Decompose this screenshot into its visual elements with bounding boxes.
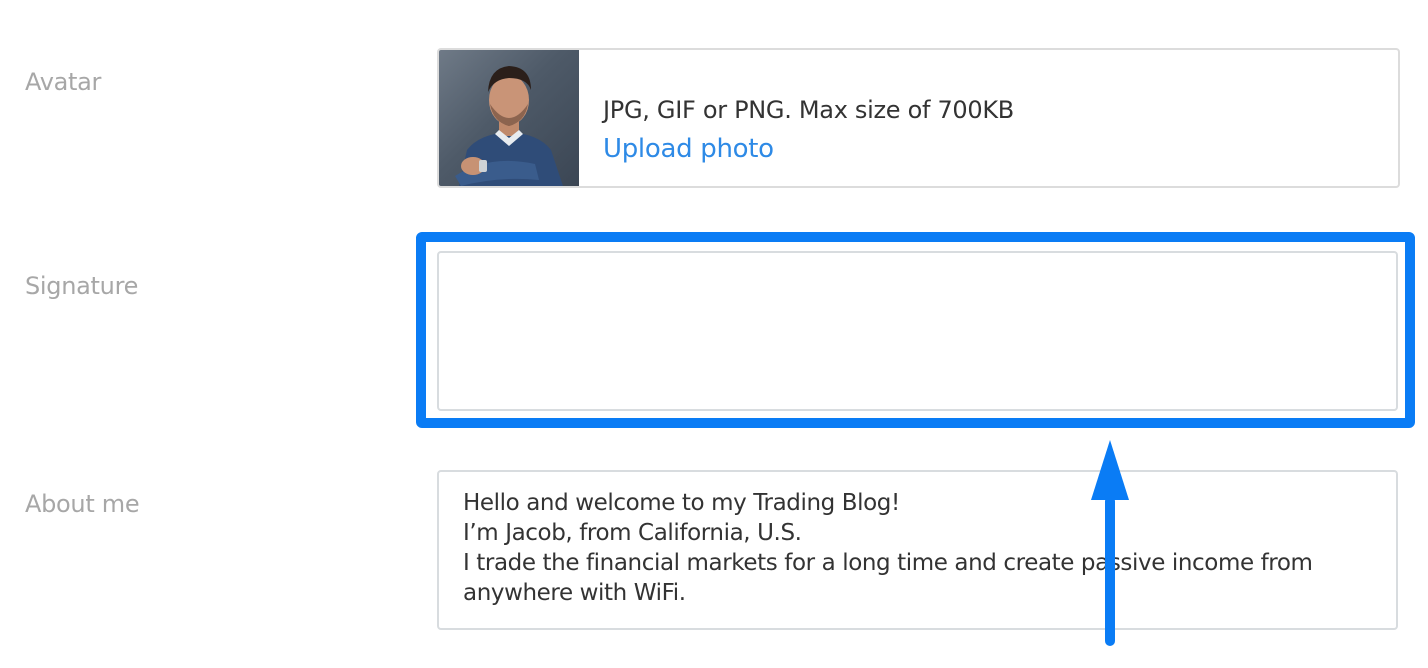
about-me-label: About me bbox=[25, 490, 140, 518]
upload-photo-link[interactable]: Upload photo bbox=[603, 134, 774, 164]
avatar-panel: JPG, GIF or PNG. Max size of 700KB Uploa… bbox=[437, 48, 1400, 188]
signature-field[interactable] bbox=[437, 251, 1398, 411]
about-me-line: Hello and welcome to my Trading Blog! bbox=[463, 490, 900, 516]
arrow-up-icon bbox=[1091, 440, 1129, 646]
signature-label: Signature bbox=[25, 272, 139, 300]
avatar-hint: JPG, GIF or PNG. Max size of 700KB bbox=[603, 96, 1014, 124]
avatar-label: Avatar bbox=[25, 68, 102, 96]
avatar-image bbox=[455, 66, 563, 186]
about-me-field[interactable]: Hello and welcome to my Trading Blog! I’… bbox=[437, 470, 1398, 630]
avatar bbox=[439, 50, 579, 186]
about-me-line: I trade the financial markets for a long… bbox=[463, 550, 1313, 576]
about-me-line: I’m Jacob, from California, U.S. bbox=[463, 520, 802, 546]
about-me-line: anywhere with WiFi. bbox=[463, 580, 686, 606]
profile-settings-form: Avatar JPG, GIF or PNG. Max size of 700K… bbox=[0, 0, 1428, 668]
